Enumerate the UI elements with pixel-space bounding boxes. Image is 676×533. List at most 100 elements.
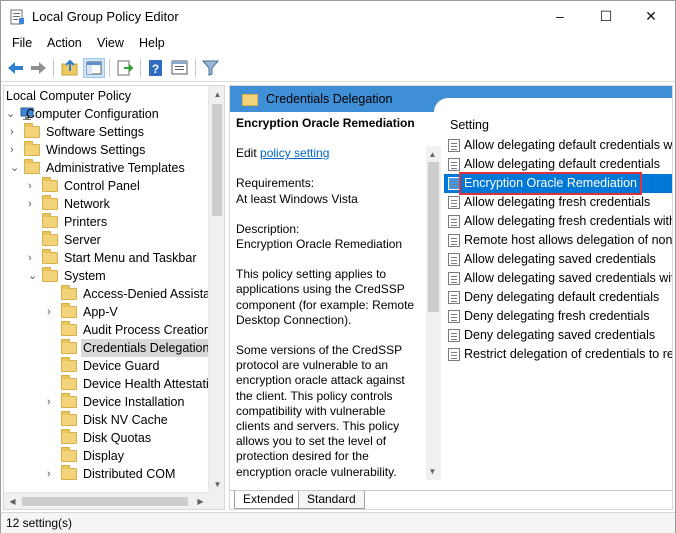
help-icon[interactable]: ? [145, 58, 167, 78]
tree-item-label: Software Settings [46, 125, 144, 139]
chevron-down-icon[interactable]: ⌄ [6, 105, 16, 123]
description-scroll-thumb[interactable] [428, 162, 439, 312]
export-list-icon[interactable] [114, 58, 136, 78]
setting-row[interactable]: Deny delegating default credentials [444, 288, 672, 307]
tree-item-label: Network [64, 197, 110, 211]
setting-label: Allow delegating fresh credentials with [464, 214, 673, 228]
chevron-right-icon[interactable]: › [28, 195, 38, 213]
svg-text:?: ? [152, 62, 159, 76]
folder-icon [61, 285, 77, 300]
policy-title: Encryption Oracle Remediation [236, 116, 415, 130]
setting-row[interactable]: Allow delegating fresh credentials [444, 193, 672, 212]
policy-setting-icon [448, 272, 460, 285]
chevron-right-icon[interactable]: › [47, 393, 57, 411]
setting-label: Allow delegating default credentials [464, 157, 660, 171]
menu-help[interactable]: Help [139, 36, 165, 50]
chevron-right-icon[interactable]: › [28, 249, 38, 267]
up-folder-icon[interactable] [59, 58, 81, 78]
menu-view[interactable]: View [97, 36, 124, 50]
folder-icon [61, 447, 77, 462]
status-bar: 12 setting(s) [1, 512, 675, 533]
setting-label: Allow delegating saved credentials [464, 252, 656, 266]
edit-policy-link[interactable]: policy setting [260, 146, 329, 160]
setting-row[interactable]: Allow delegating saved credentials with [444, 269, 672, 288]
settings-list[interactable]: Setting Allow delegating default credent… [444, 116, 673, 486]
tree-item-label: Device Installation [83, 395, 185, 409]
tree-vertical-thumb[interactable] [212, 104, 222, 216]
details-header-title: Credentials Delegation [266, 92, 393, 106]
chevron-right-icon[interactable]: › [10, 141, 20, 159]
tree-horizontal-scrollbar[interactable]: ◀ ▶ [4, 492, 209, 509]
details-pane: Credentials Delegation Encryption Oracle… [229, 85, 673, 510]
show-hide-tree-icon[interactable] [83, 58, 105, 78]
setting-label: Remote host allows delegation of non-e [464, 233, 673, 247]
view-tabs: Extended Standard [230, 490, 672, 509]
folder-icon [42, 231, 58, 246]
tree-item-label: Computer Configuration [26, 107, 159, 121]
minimize-button[interactable]: – [537, 1, 583, 33]
tree-item-label: Printers [64, 215, 108, 229]
folder-icon [61, 375, 77, 390]
folder-icon [24, 159, 40, 174]
filter-icon[interactable] [200, 58, 222, 78]
folder-icon [61, 357, 77, 372]
setting-label: Allow delegating fresh credentials [464, 195, 651, 209]
scroll-down-arrow-icon[interactable]: ▼ [209, 476, 224, 493]
setting-row[interactable]: Allow delegating default credentials wit [444, 136, 673, 155]
window-title: Local Group Policy Editor [32, 9, 179, 24]
extended-description: Encryption Oracle Remediation Edit polic… [236, 116, 422, 486]
tree-item-label: Server [64, 233, 101, 247]
setting-row[interactable]: Allow delegating default credentials [444, 155, 672, 174]
policy-setting-icon [448, 234, 460, 247]
chevron-right-icon[interactable]: › [28, 177, 38, 195]
menu-file[interactable]: File [12, 36, 32, 50]
chevron-down-icon[interactable]: ⌄ [28, 267, 38, 285]
folder-icon [242, 94, 258, 106]
console-tree[interactable]: Local Computer Policy ⌄ Computer Configura… [3, 85, 225, 510]
folder-icon [61, 321, 77, 336]
tree-item-label: Disk Quotas [83, 431, 152, 445]
properties-icon[interactable] [169, 58, 191, 78]
setting-column-header[interactable]: Setting [450, 118, 489, 132]
scroll-right-arrow-icon[interactable]: ▶ [192, 493, 209, 509]
forward-icon[interactable] [27, 58, 49, 78]
chevron-right-icon[interactable]: › [47, 303, 57, 321]
desc-scroll-up-arrow-icon[interactable]: ▲ [425, 146, 440, 163]
policy-setting-icon [448, 310, 460, 323]
policy-setting-icon [448, 158, 460, 171]
toolbar: ? [1, 55, 675, 82]
tree-vertical-scrollbar[interactable]: ▲ ▼ [208, 86, 224, 493]
chevron-down-icon[interactable]: ⌄ [10, 159, 20, 177]
maximize-button[interactable]: ☐ [583, 1, 629, 33]
tree-item-label: Device Health Attestati [83, 377, 209, 391]
tab-standard[interactable]: Standard [298, 491, 365, 509]
setting-row[interactable]: Deny delegating fresh credentials [444, 307, 672, 326]
setting-row[interactable]: Encryption Oracle Remediation [444, 172, 672, 195]
description-scrollbar[interactable]: ▲ ▼ [426, 146, 441, 480]
folder-icon [61, 393, 77, 408]
tree-horizontal-thumb[interactable] [22, 497, 188, 506]
setting-label: Deny delegating saved credentials [464, 328, 656, 342]
setting-row[interactable]: Deny delegating saved credentials [444, 326, 672, 345]
scroll-left-arrow-icon[interactable]: ◀ [4, 493, 21, 509]
back-icon[interactable] [5, 58, 27, 78]
close-button[interactable]: ✕ [628, 1, 674, 33]
chevron-right-icon[interactable]: › [10, 123, 20, 141]
chevron-right-icon[interactable]: › [47, 465, 57, 483]
setting-row[interactable]: Allow delegating fresh credentials with [444, 212, 673, 231]
setting-row[interactable]: Allow delegating saved credentials [444, 250, 672, 269]
scroll-up-arrow-icon[interactable]: ▲ [209, 86, 224, 103]
setting-row[interactable]: Restrict delegation of credentials to re… [444, 345, 672, 364]
edit-policy-line: Edit policy setting [236, 146, 330, 161]
menu-bar: File Action View Help [1, 33, 675, 55]
setting-row[interactable]: Remote host allows delegation of non-e [444, 231, 673, 250]
tab-extended[interactable]: Extended [234, 491, 303, 509]
menu-action[interactable]: Action [47, 36, 82, 50]
policy-setting-icon [448, 196, 460, 209]
desc-scroll-down-arrow-icon[interactable]: ▼ [425, 463, 440, 480]
title-bar: Local Group Policy Editor – ☐ ✕ [1, 1, 675, 33]
folder-icon [42, 213, 58, 228]
setting-label: Allow delegating default credentials wit [464, 138, 673, 152]
folder-icon [61, 339, 77, 354]
details-header: Credentials Delegation [230, 86, 672, 112]
